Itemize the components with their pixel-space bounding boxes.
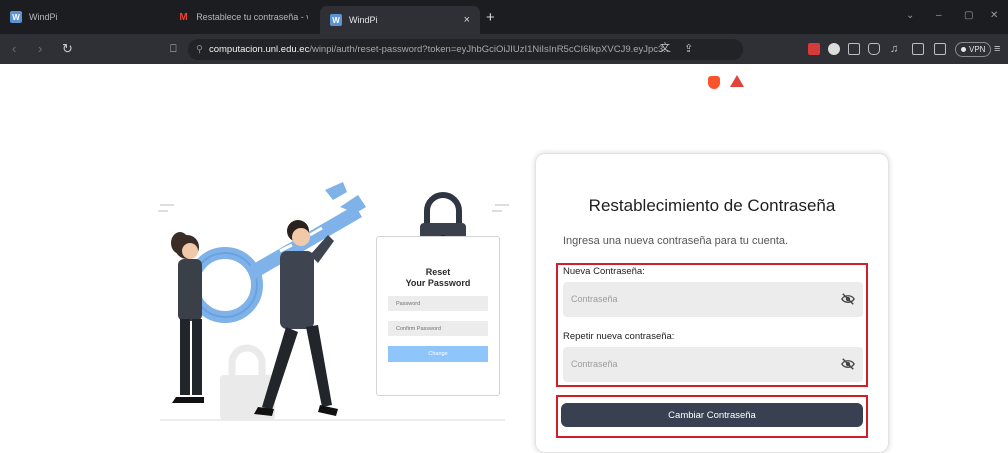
form-subtitle: Ingresa una nueva contraseña para tu cue…: [563, 235, 789, 247]
illustration-title-line2: Your Password: [405, 278, 471, 288]
gmail-icon: M: [179, 11, 188, 23]
forward-icon[interactable]: ›: [38, 41, 42, 57]
illustration-change-button: Change: [388, 346, 488, 362]
tab-title: WindPi: [29, 12, 58, 22]
back-icon[interactable]: ‹: [12, 41, 16, 57]
brave-rewards-icon[interactable]: [730, 75, 744, 87]
tab-windpi[interactable]: W WindPi: [0, 0, 168, 34]
site-info-icon[interactable]: ⚲: [196, 44, 203, 55]
illustration-confirm-field: Confirm Password: [388, 321, 488, 336]
eye-off-icon[interactable]: [841, 292, 855, 306]
browser-tab-strip: W WindPi M Restablece tu contraseña - ve…: [0, 0, 1008, 34]
illustration-reset-card: [376, 236, 500, 396]
vpn-button[interactable]: VPN: [955, 42, 992, 57]
puzzle-icon[interactable]: [868, 43, 880, 55]
tab-search-icon[interactable]: ⌄: [906, 10, 914, 21]
padlock-icon: [280, 175, 380, 275]
sidebar-icon[interactable]: [912, 43, 924, 55]
music-icon[interactable]: ♫: [890, 41, 898, 57]
extension-circle-icon[interactable]: [828, 43, 840, 55]
brave-shields-icon[interactable]: [708, 76, 720, 89]
change-password-button[interactable]: Cambiar Contraseña: [561, 403, 863, 427]
page-title: Restablecimiento de Contraseña: [588, 196, 836, 215]
repeat-password-label: Repetir nueva contraseña:: [563, 331, 675, 342]
browser-toolbar: ‹ › ↻ ⎕ ⚲ computacion.unl.edu.ec /winpi/…: [0, 34, 1008, 89]
windpi-favicon-icon: W: [10, 11, 22, 23]
eye-off-icon[interactable]: [841, 357, 855, 371]
repeat-password-field[interactable]: Contraseña: [563, 347, 863, 382]
reload-icon[interactable]: ↻: [62, 41, 73, 57]
new-tab-button[interactable]: +: [486, 9, 495, 26]
tab-title: WindPi: [349, 15, 378, 25]
tab-windpi-active[interactable]: W WindPi ×: [320, 6, 480, 34]
new-password-placeholder: Contraseña: [571, 294, 618, 304]
tab-title: Restablece tu contraseña - veronica.: [196, 12, 308, 22]
windpi-favicon-icon: W: [330, 14, 342, 26]
close-tab-icon[interactable]: ×: [464, 14, 470, 26]
extension-m-icon[interactable]: [808, 43, 820, 55]
vpn-label: VPN: [969, 45, 986, 54]
illustration-password-field: Password: [388, 296, 488, 311]
extension-square-icon[interactable]: [848, 43, 860, 55]
bookmark-icon[interactable]: ⎕: [170, 41, 177, 57]
new-password-label: Nueva Contraseña:: [563, 266, 645, 277]
tab-gmail[interactable]: M Restablece tu contraseña - veronica.: [168, 0, 318, 34]
translate-icon[interactable]: 文: [660, 41, 670, 57]
url-host: computacion.unl.edu.ec: [208, 44, 310, 55]
illustration-title-line1: Reset: [425, 267, 451, 277]
url-path: /winpi/auth/reset-password?token=eyJhbGc…: [309, 44, 672, 55]
repeat-password-placeholder: Contraseña: [571, 359, 618, 369]
close-window-icon[interactable]: ✕: [990, 10, 998, 21]
maximize-icon[interactable]: ▢: [964, 10, 973, 21]
share-icon[interactable]: ⇪: [684, 41, 693, 57]
vpn-dot-icon: [961, 47, 966, 52]
new-password-field[interactable]: Contraseña: [563, 282, 863, 317]
minimize-icon[interactable]: –: [936, 10, 942, 21]
illustration-reset-title: Reset Your Password: [376, 267, 500, 289]
menu-icon[interactable]: ≡: [994, 41, 1000, 57]
wallet-icon[interactable]: [934, 43, 946, 55]
